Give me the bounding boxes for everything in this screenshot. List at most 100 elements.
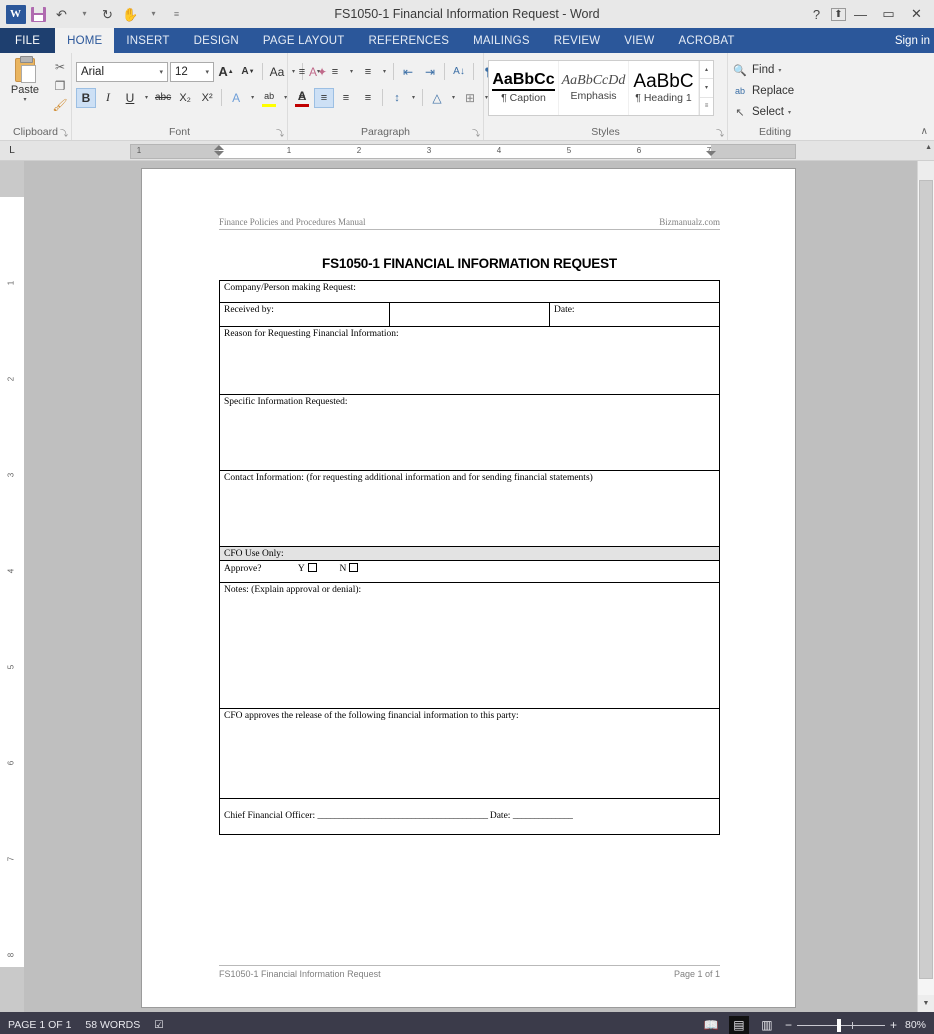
styles-dialog-launcher[interactable]: ⤵	[716, 128, 724, 139]
read-mode-button[interactable]: 📖	[701, 1016, 721, 1034]
tab-acrobat[interactable]: ACROBAT	[666, 28, 746, 53]
replace-button[interactable]: ab Replace	[732, 82, 794, 100]
document-canvas[interactable]: Finance Policies and Procedures Manual B…	[24, 161, 934, 1012]
cell-reason[interactable]: Reason for Requesting Financial Informat…	[219, 326, 720, 395]
word-logo-icon[interactable]: W	[5, 4, 26, 25]
redo-button[interactable]: ↻	[97, 4, 118, 25]
superscript-button[interactable]: X²	[197, 88, 217, 108]
borders-icon[interactable]: ⊞	[460, 88, 480, 108]
tab-design[interactable]: DESIGN	[182, 28, 251, 53]
zoom-track[interactable]	[796, 1018, 885, 1032]
justify-icon[interactable]: ≡	[358, 88, 378, 108]
proofing-status-icon[interactable]: ☑	[154, 1019, 163, 1031]
signature-line[interactable]: ________________________________________	[317, 811, 488, 821]
styles-more-icon[interactable]: ≡	[700, 98, 713, 115]
approve-yes-checkbox[interactable]	[307, 562, 317, 572]
restore-button[interactable]: ▭	[875, 2, 902, 26]
table-row[interactable]: Approve? Y N	[219, 559, 720, 583]
help-button[interactable]: ?	[803, 2, 830, 26]
table-row[interactable]: Company/Person making Request:	[219, 280, 720, 303]
vertical-ruler[interactable]: 1 2 3 4 5 6 7 8	[0, 161, 24, 1012]
vertical-scrollbar[interactable]: ▼	[917, 161, 934, 1012]
scroll-down-icon[interactable]: ▼	[918, 995, 934, 1012]
cell-cfo-use-only[interactable]: CFO Use Only:	[219, 546, 720, 561]
cell-approve[interactable]: Approve? Y N	[219, 559, 720, 583]
copy-icon[interactable]: ❐	[55, 78, 66, 94]
multilevel-caret-icon[interactable]: ▾	[380, 68, 389, 75]
paragraph-dialog-launcher[interactable]: ⤵	[472, 128, 480, 139]
select-caret-icon[interactable]: ▾	[788, 109, 791, 116]
cell-date[interactable]: Date:	[549, 302, 720, 327]
change-case-icon[interactable]: Aa	[267, 62, 287, 82]
undo-caret-icon[interactable]: ▾	[74, 4, 95, 25]
tab-home[interactable]: HOME	[55, 28, 115, 53]
table-row[interactable]: Received by: Date:	[219, 302, 720, 327]
font-name-combo[interactable]: Arial ▾	[76, 61, 168, 82]
underline-button[interactable]: U	[120, 88, 140, 108]
page-count-status[interactable]: PAGE 1 OF 1	[8, 1019, 71, 1031]
select-button[interactable]: ↖ Select ▾	[732, 103, 791, 121]
decrease-indent-icon[interactable]: ⇤	[398, 62, 418, 82]
cell-received-by-value[interactable]	[389, 302, 550, 327]
document-page[interactable]: Finance Policies and Procedures Manual B…	[142, 169, 795, 1007]
cell-notes[interactable]: Notes: (Explain approval or denial):	[219, 581, 720, 709]
styles-scroll-down-icon[interactable]: ▾	[700, 79, 713, 98]
cell-contact-info[interactable]: Contact Information: (for requesting add…	[219, 470, 720, 547]
align-left-icon[interactable]: ≡	[292, 88, 312, 108]
touch-mode-button[interactable]: ✋	[120, 4, 141, 25]
sort-icon[interactable]: A↓	[449, 62, 469, 82]
scrollbar-thumb[interactable]	[919, 180, 933, 979]
bold-button[interactable]: B	[76, 87, 96, 108]
strikethrough-button[interactable]: abc	[153, 88, 173, 108]
increase-indent-icon[interactable]: ⇥	[420, 62, 440, 82]
align-center-icon[interactable]: ≡	[314, 87, 334, 108]
tab-file[interactable]: FILE	[0, 28, 56, 53]
format-painter-icon[interactable]: 🖌	[52, 97, 67, 113]
right-indent-marker[interactable]	[706, 151, 716, 156]
table-row[interactable]: CFO approves the release of the followin…	[219, 707, 720, 799]
table-row[interactable]: Reason for Requesting Financial Informat…	[219, 326, 720, 395]
tab-review[interactable]: REVIEW	[542, 28, 613, 53]
signature-date-line[interactable]: ______________	[513, 811, 573, 821]
cell-signature[interactable]: Chief Financial Officer: _______________…	[219, 797, 720, 835]
text-highlight-icon[interactable]: ab	[259, 88, 279, 108]
clipboard-dialog-launcher[interactable]: ⤵	[60, 128, 68, 139]
tab-mailings[interactable]: MAILINGS	[461, 28, 542, 53]
text-effects-icon[interactable]: A	[226, 88, 246, 108]
grow-font-icon[interactable]: A ▲	[216, 62, 236, 82]
font-size-combo[interactable]: 12 ▾	[170, 61, 214, 82]
zoom-thumb[interactable]	[836, 1018, 841, 1032]
multilevel-list-icon[interactable]: ≡	[358, 62, 378, 82]
first-line-indent-marker[interactable]	[214, 145, 224, 150]
paste-button[interactable]: Paste ▾	[4, 56, 46, 113]
close-button[interactable]: ✕	[903, 2, 930, 26]
bullets-caret-icon[interactable]: ▾	[314, 68, 323, 75]
style-heading1[interactable]: AaBbC ¶ Heading 1	[629, 61, 699, 115]
align-right-icon[interactable]: ≡	[336, 88, 356, 108]
tab-page-layout[interactable]: PAGE LAYOUT	[251, 28, 357, 53]
zoom-slider[interactable]: − +	[785, 1018, 897, 1032]
zoom-level-label[interactable]: 80%	[905, 1019, 926, 1031]
ribbon-display-options-button[interactable]: ⬆	[831, 7, 846, 21]
scrollbar-track[interactable]	[918, 180, 934, 995]
table-row[interactable]: CFO Use Only:	[219, 546, 720, 561]
numbering-caret-icon[interactable]: ▾	[347, 68, 356, 75]
tab-stop-selector[interactable]: L	[0, 141, 24, 161]
shrink-font-icon[interactable]: A ▼	[238, 62, 258, 82]
touch-mode-caret-icon[interactable]: ▾	[143, 4, 164, 25]
table-row[interactable]: Contact Information: (for requesting add…	[219, 470, 720, 547]
word-count-status[interactable]: 58 WORDS	[85, 1019, 140, 1031]
tab-insert[interactable]: INSERT	[114, 28, 181, 53]
style-caption[interactable]: AaBbCc ¶ Caption	[489, 61, 559, 115]
line-spacing-caret-icon[interactable]: ▾	[409, 94, 418, 101]
approve-no-checkbox[interactable]	[349, 562, 359, 572]
find-caret-icon[interactable]: ▾	[778, 67, 781, 74]
line-spacing-icon[interactable]: ↕	[387, 88, 407, 108]
cell-company-person[interactable]: Company/Person making Request:	[219, 280, 720, 303]
cell-cfo-approves[interactable]: CFO approves the release of the followin…	[219, 707, 720, 799]
sign-in-link[interactable]: Sign in	[895, 28, 930, 53]
style-emphasis[interactable]: AaBbCcDd Emphasis	[559, 61, 629, 115]
cut-icon[interactable]: ✂	[55, 59, 65, 75]
numbering-icon[interactable]: ≡	[325, 62, 345, 82]
bullets-icon[interactable]: ≡	[292, 62, 312, 82]
